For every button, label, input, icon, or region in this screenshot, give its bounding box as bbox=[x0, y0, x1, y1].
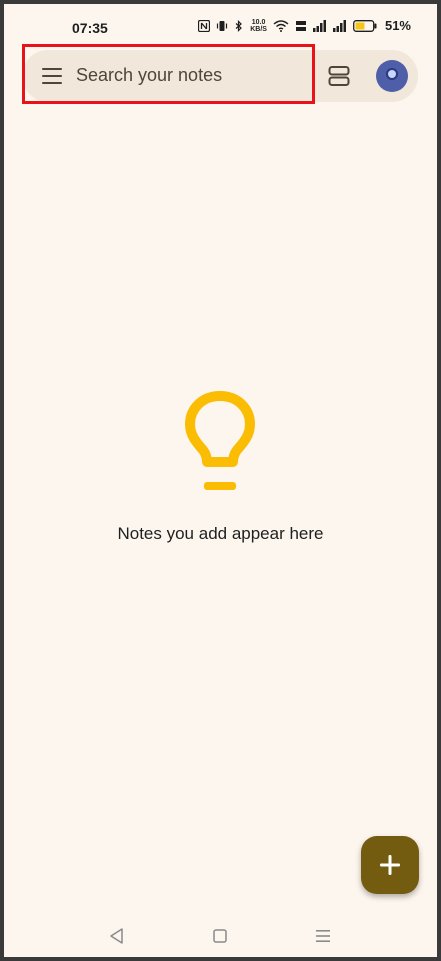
wifi-icon bbox=[273, 19, 289, 32]
search-input[interactable]: Search your notes bbox=[76, 65, 222, 86]
account-avatar[interactable] bbox=[376, 60, 408, 92]
plus-icon bbox=[380, 855, 400, 875]
status-bar: 07:35 10.0 KB/S 51% bbox=[4, 4, 437, 48]
volte-icon bbox=[295, 20, 306, 31]
network-speed-unit: KB/S bbox=[250, 25, 267, 33]
new-note-button[interactable] bbox=[361, 836, 419, 894]
status-icons: 10.0 KB/S 51% bbox=[198, 18, 411, 33]
network-speed-value: 10.0 bbox=[251, 18, 266, 26]
notes-app-screen: 07:35 10.0 KB/S 51% Search your notes No… bbox=[4, 4, 437, 957]
battery-percent: 51% bbox=[384, 18, 411, 33]
search-bar[interactable]: Search your notes bbox=[22, 50, 418, 102]
battery-icon bbox=[353, 19, 377, 32]
recents-menu-icon[interactable] bbox=[313, 926, 333, 946]
status-time: 07:35 bbox=[72, 20, 108, 36]
signal-icon-2 bbox=[332, 19, 346, 32]
empty-state-message: Notes you add appear here bbox=[117, 524, 324, 543]
nfc-icon bbox=[198, 19, 211, 32]
back-triangle-icon[interactable] bbox=[107, 926, 127, 946]
avatar-image bbox=[386, 68, 398, 80]
vibrate-icon bbox=[217, 20, 228, 31]
bluetooth-icon bbox=[235, 19, 243, 32]
system-nav-bar bbox=[4, 916, 437, 956]
home-square-icon[interactable] bbox=[210, 926, 230, 946]
list-view-icon[interactable] bbox=[328, 65, 350, 87]
hamburger-menu-icon[interactable] bbox=[42, 67, 64, 85]
signal-icon-1 bbox=[312, 19, 326, 32]
network-speed: 10.0 KB/S bbox=[250, 19, 267, 33]
lightbulb-icon bbox=[185, 391, 255, 490]
